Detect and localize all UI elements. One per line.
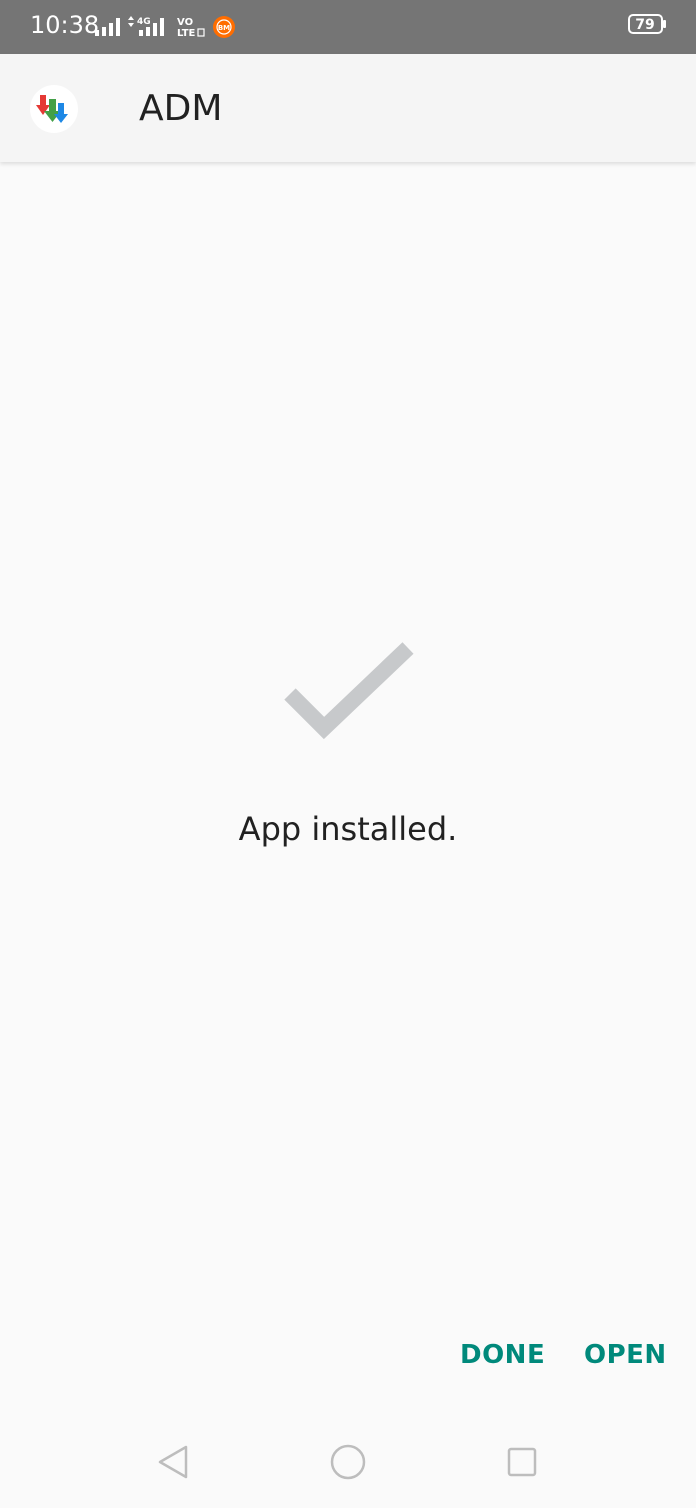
app-title: ADM <box>139 88 223 129</box>
volte-icon: VO LTE <box>177 17 205 39</box>
status-indicators: 4G VO LTE BM <box>95 16 235 39</box>
svg-text:BM: BM <box>218 24 230 32</box>
install-complete-screen: 10:38 4G VO LTE BM 79 ADM App installed.… <box>0 0 696 1508</box>
install-status-message: App installed. <box>238 810 458 848</box>
battery-level: 79 <box>635 17 655 33</box>
data-activity-icon <box>128 16 134 27</box>
svg-text:VO: VO <box>177 17 193 28</box>
done-button[interactable]: DONE <box>460 1334 545 1376</box>
back-triangle-icon[interactable] <box>156 1444 192 1480</box>
adm-app-icon <box>30 85 78 133</box>
network-type-4g: 4G <box>137 17 151 27</box>
open-button[interactable]: OPEN <box>584 1334 667 1376</box>
home-circle-icon[interactable] <box>330 1444 366 1480</box>
signal-strength-icon <box>95 18 120 36</box>
navigation-bar <box>0 1418 696 1508</box>
recents-square-icon[interactable] <box>506 1446 538 1478</box>
app-bar: ADM <box>0 54 696 162</box>
svg-text:LTE: LTE <box>177 28 196 39</box>
status-bar: 10:38 4G VO LTE BM 79 <box>0 0 696 54</box>
status-time: 10:38 <box>30 11 100 39</box>
notification-badge-icon: BM <box>213 16 235 38</box>
checkmark-icon <box>284 642 414 740</box>
adm-download-arrows-icon <box>36 95 68 123</box>
